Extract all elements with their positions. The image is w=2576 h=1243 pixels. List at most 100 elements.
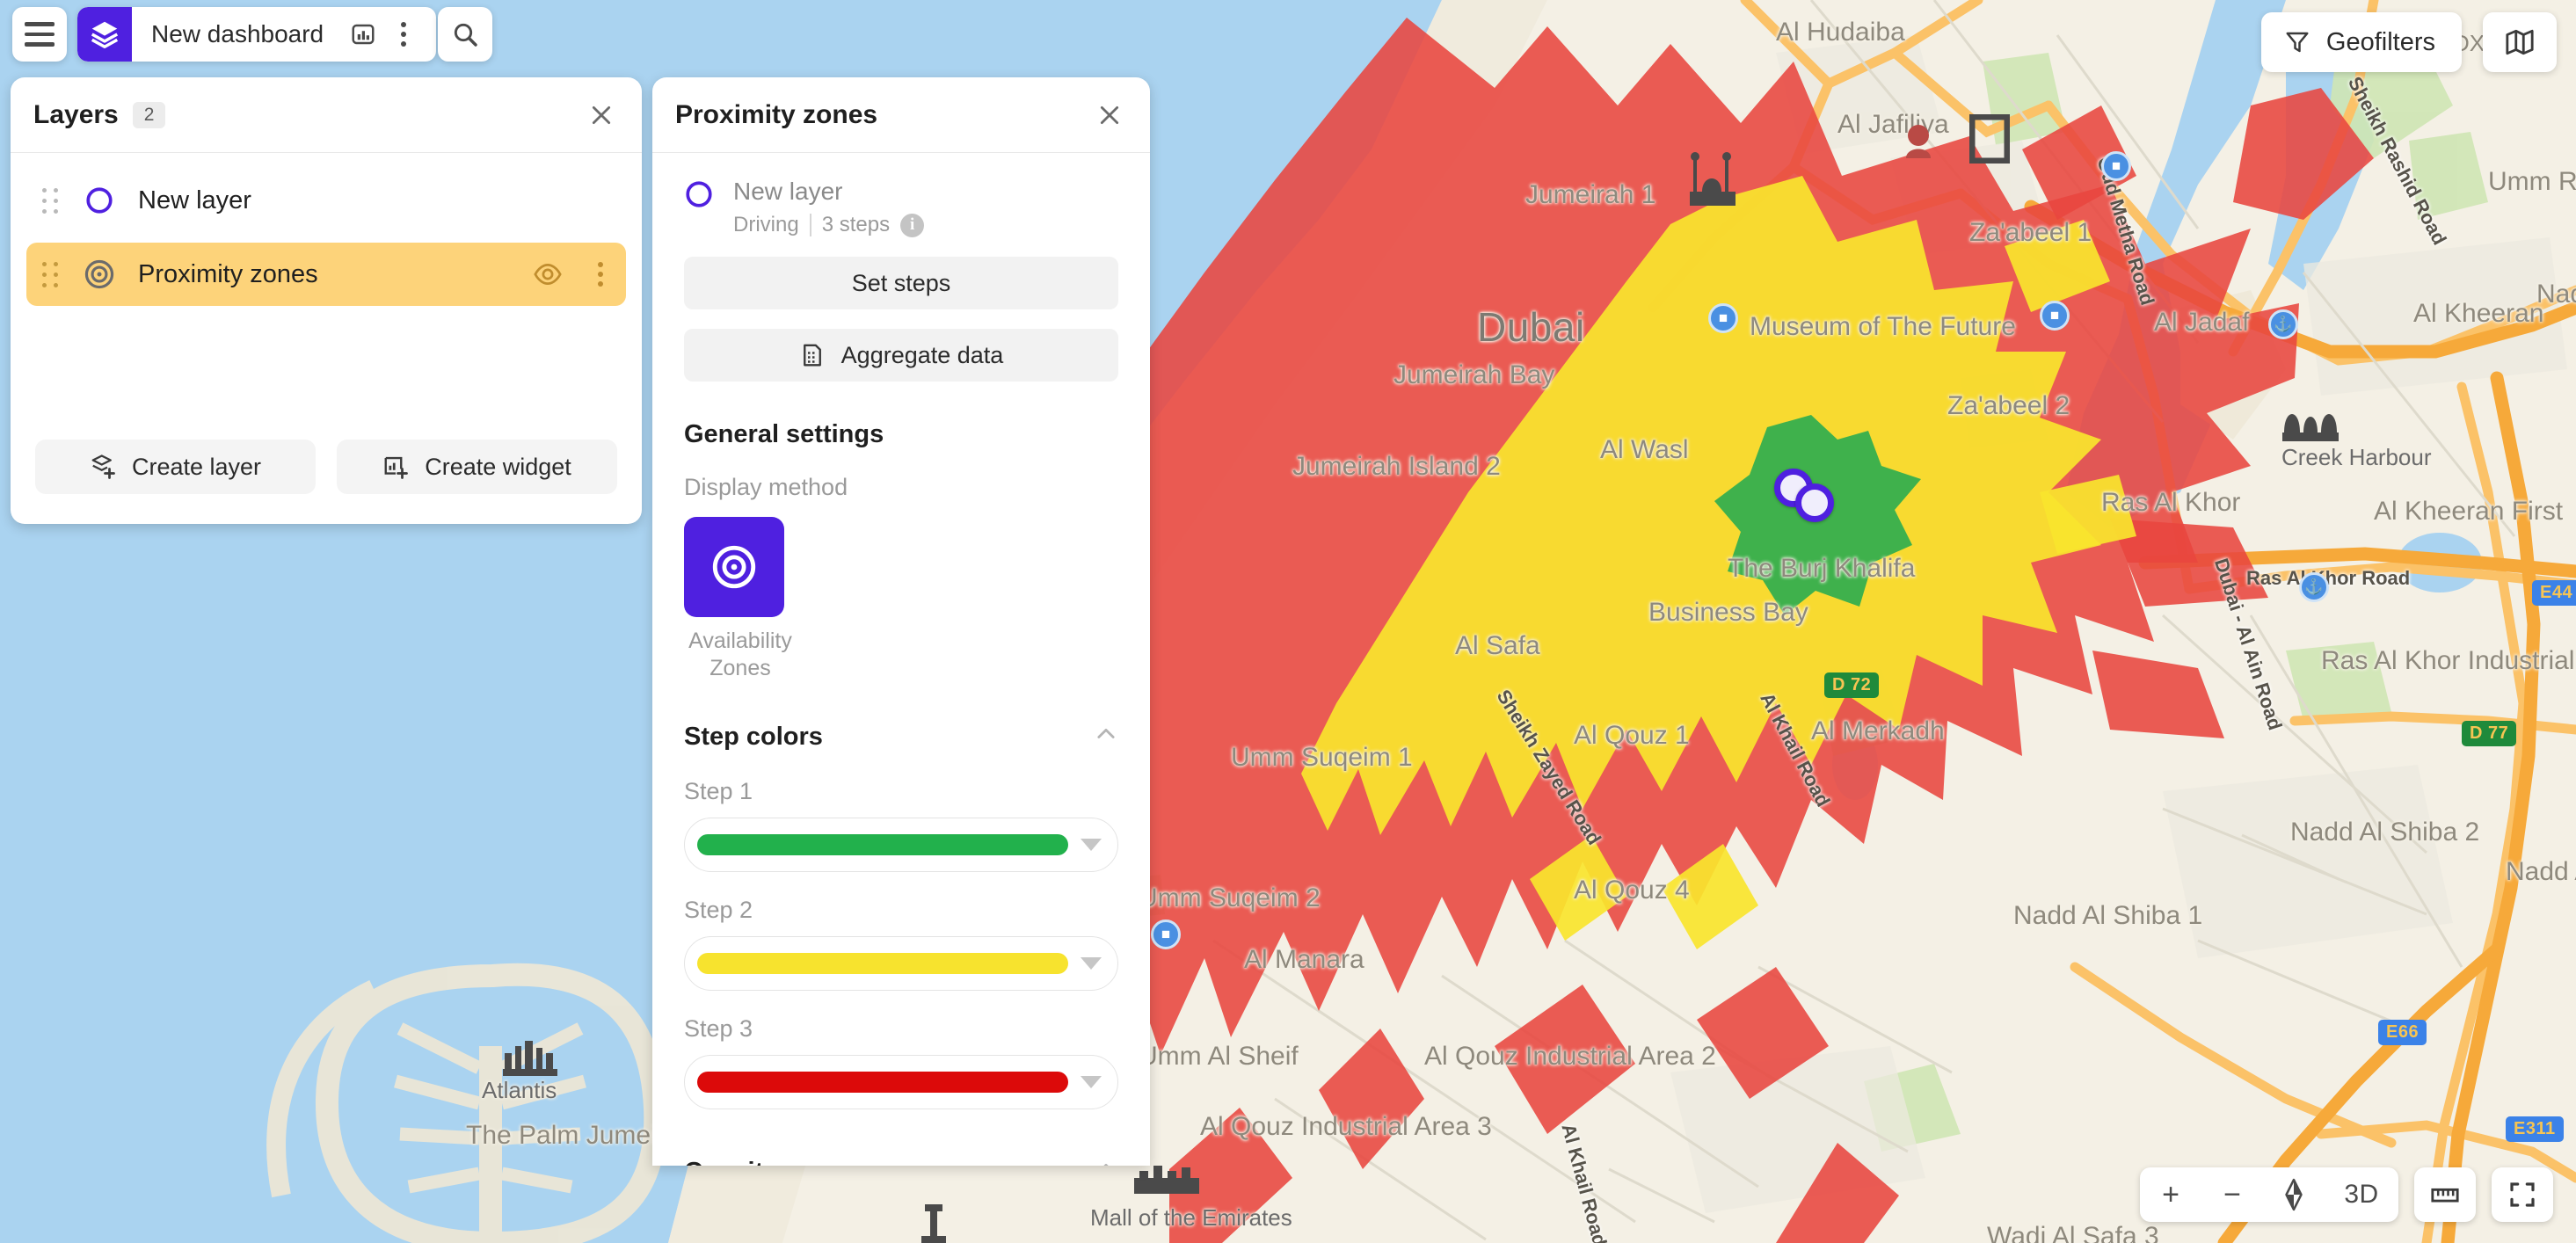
step-colors-label: Step colors [684, 723, 823, 751]
display-method-availability-zones-tile[interactable] [684, 517, 784, 617]
transit-stop-icon: ■ [1708, 303, 1738, 333]
road-shield: E311 [2506, 1116, 2564, 1142]
layer-name: Proximity zones [138, 259, 318, 288]
proximity-panel-header: Proximity zones [652, 77, 1150, 153]
map-fold-icon [2506, 29, 2534, 55]
layer-row-new-layer[interactable]: New layer [26, 169, 626, 232]
close-icon [1100, 105, 1119, 124]
drag-handle-icon[interactable] [42, 261, 59, 287]
step-1-color-swatch [697, 833, 1068, 855]
compass-button[interactable] [2263, 1167, 2325, 1222]
brand-logo[interactable] [77, 7, 132, 62]
proximity-zones-panel: Proximity zones New layer Driving 3 step… [652, 77, 1150, 1166]
pitch-3d-button[interactable]: 3D [2325, 1167, 2398, 1222]
step-colors-collapse-button[interactable] [1094, 722, 1118, 753]
app-root: Al HudaibaAl JafiliyaDXB T3Umm RamoolJum… [0, 0, 2576, 1243]
general-settings-heading: General settings [684, 420, 1118, 449]
step-3-color-select[interactable] [684, 1054, 1118, 1109]
set-steps-button[interactable]: Set steps [684, 257, 1118, 309]
zoom-in-button[interactable]: + [2140, 1167, 2201, 1222]
layers-title: Layers [33, 99, 119, 129]
set-steps-label: Set steps [851, 269, 951, 296]
zoom-pitch-group: + − 3D [2140, 1167, 2398, 1222]
ruler-icon [2431, 1188, 2459, 1203]
target-rings-icon [712, 545, 756, 589]
proximity-panel-title: Proximity zones [675, 99, 878, 129]
widgets-button[interactable] [343, 14, 383, 55]
dashboard-more-button[interactable] [383, 14, 424, 55]
create-widget-button[interactable]: Create widget [337, 440, 617, 494]
circle-outline-icon [684, 176, 714, 214]
display-method-tile-label: Availability Zones [688, 629, 792, 681]
widget-plus-icon [384, 456, 409, 479]
bar-chart-icon [352, 24, 375, 45]
zone-center-marker-2[interactable] [1795, 483, 1834, 522]
source-layer-info: New layer Driving 3 steps i [733, 176, 925, 237]
layers-panel: Layers 2 New layer Proximity zones Creat… [11, 77, 642, 524]
steps-count-label: 3 steps [821, 213, 891, 236]
transit-stop-icon: ■ [2040, 301, 2070, 331]
tower-poi-icon [921, 1204, 946, 1243]
creek-harbour-poi-icon [2282, 414, 2339, 441]
proximity-close-button[interactable] [1092, 98, 1127, 133]
zoom-out-button[interactable]: − [2201, 1167, 2263, 1222]
create-layer-label: Create layer [131, 453, 262, 480]
compass-needle-icon [2285, 1178, 2303, 1211]
layers-panel-header: Layers 2 [11, 77, 642, 153]
aggregate-data-button[interactable]: Aggregate data [684, 329, 1118, 382]
drag-handle-icon[interactable] [42, 187, 59, 214]
info-icon[interactable]: i [900, 213, 925, 237]
step-1-label: Step 1 [684, 777, 753, 804]
create-layer-button[interactable]: Create layer [35, 440, 316, 494]
chevron-up-icon [1097, 728, 1115, 738]
opacity-collapse-button[interactable] [1094, 1157, 1118, 1166]
dashboard-title[interactable]: New dashboard [132, 20, 343, 48]
menu-icon [25, 22, 55, 47]
road-shield: D 77 [2462, 721, 2517, 746]
road-shield: D 72 [1824, 672, 1880, 698]
layers-count-badge: 2 [132, 101, 166, 128]
layers-close-button[interactable] [584, 98, 619, 133]
travel-mode-label: Driving [733, 213, 799, 236]
source-layer-row[interactable]: New layer Driving 3 steps i [684, 176, 1118, 237]
measure-group [2414, 1167, 2476, 1222]
geofilters-button[interactable]: Geofilters [2260, 12, 2462, 72]
layer-row-actions [533, 259, 610, 289]
layer-row-proximity-zones[interactable]: Proximity zones [26, 243, 626, 306]
layer-visibility-button[interactable] [533, 259, 563, 289]
kebab-menu-icon [598, 262, 603, 287]
caret-down-icon [1081, 1075, 1102, 1088]
eye-icon [534, 264, 562, 285]
step-2-color-select[interactable] [684, 935, 1118, 991]
create-widget-label: Create widget [425, 453, 571, 480]
search-button[interactable] [438, 7, 492, 62]
map-controls: + − 3D [2140, 1167, 2553, 1222]
top-toolbar: New dashboard Geofilters [0, 0, 2576, 72]
step-2-label: Step 2 [684, 896, 753, 923]
layer-plus-icon [91, 454, 115, 479]
menu-button[interactable] [12, 7, 67, 62]
layers-brand-icon [91, 21, 119, 48]
table-data-icon [803, 344, 821, 367]
source-layer-meta: Driving 3 steps i [733, 213, 925, 237]
ruler-button[interactable] [2414, 1167, 2476, 1222]
opacity-heading: Opacity [684, 1157, 1118, 1166]
caret-down-icon [1081, 838, 1102, 851]
basemap-button[interactable] [2483, 12, 2557, 72]
dashboard-title-card: New dashboard [77, 7, 437, 62]
aggregate-data-label: Aggregate data [840, 341, 1004, 368]
road-shield: E66 [2378, 1020, 2427, 1045]
atlantis-poi-icon [503, 1041, 557, 1076]
search-icon [454, 23, 477, 47]
step-1-color-select[interactable] [684, 817, 1118, 872]
display-method-label: Display method [684, 474, 848, 500]
geofilters-label: Geofilters [2325, 27, 2435, 56]
anchor-poi-icon: ⚓ [2299, 572, 2329, 602]
layers-panel-footer: Create layer Create widget [11, 417, 642, 524]
layer-more-button[interactable] [598, 262, 603, 287]
layers-list: New layer Proximity zones [11, 153, 642, 417]
fullscreen-button[interactable] [2492, 1167, 2553, 1222]
fullscreen-icon [2510, 1182, 2535, 1207]
general-settings-label: General settings [684, 420, 884, 448]
anchor-poi-icon: ⚓ [2268, 309, 2298, 339]
